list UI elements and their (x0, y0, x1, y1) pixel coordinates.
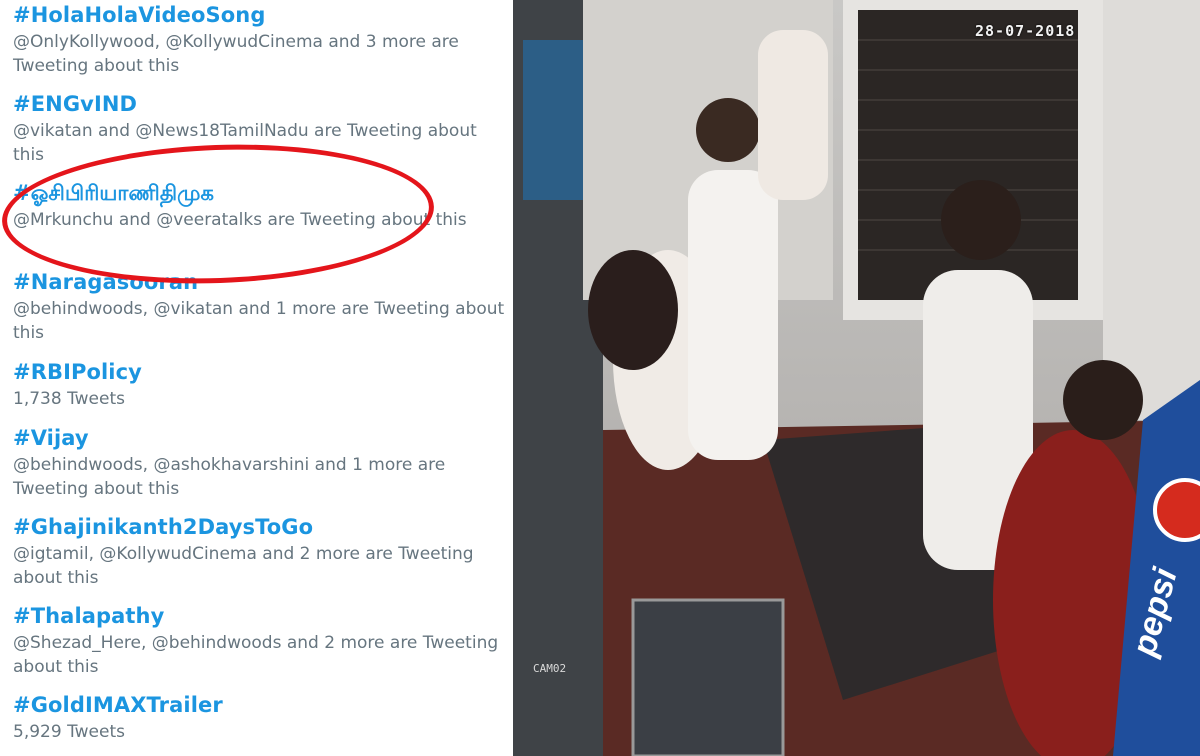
trend-item[interactable]: #HolaHolaVideoSong @OnlyKollywood, @Koll… (13, 3, 513, 78)
person-left-head (588, 250, 678, 370)
trend-item[interactable]: #Vijay @behindwoods, @ashokhavarshini an… (13, 426, 513, 501)
shelf-posters (523, 40, 593, 200)
trend-hashtag[interactable]: #ENGvIND (13, 92, 513, 116)
person-center-head (696, 98, 760, 162)
right-corner-wall (1103, 0, 1200, 420)
trend-item[interactable]: #Naragasooran @behindwoods, @vikatan and… (13, 270, 513, 345)
trend-meta: @behindwoods, @ashokhavarshini and 1 mor… (13, 455, 446, 499)
trend-hashtag[interactable]: #GoldIMAXTrailer (13, 693, 513, 717)
trend-meta: @behindwoods, @vikatan and 1 more are Tw… (13, 299, 505, 343)
trend-hashtag[interactable]: #Ghajinikanth2DaysToGo (13, 515, 513, 539)
cctv-scene (513, 0, 1200, 756)
monitor-screen (631, 598, 785, 756)
cctv-footage: 28-07-2018 CAM02 pepsi (513, 0, 1200, 756)
trend-hashtag[interactable]: #Vijay (13, 426, 513, 450)
trend-meta: 5,929 Tweets (13, 722, 125, 742)
camera-label: CAM02 (533, 662, 567, 675)
trend-meta: 1,738 Tweets (13, 389, 125, 409)
trend-item[interactable]: #RBIPolicy 1,738 Tweets (13, 360, 513, 411)
trend-hashtag[interactable]: #Thalapathy (13, 604, 513, 628)
trend-item[interactable]: #GoldIMAXTrailer 5,929 Tweets (13, 693, 513, 744)
person-right-head (941, 180, 1021, 260)
cctv-timestamp: 28-07-2018 (975, 22, 1076, 40)
person-back (758, 30, 828, 200)
trend-meta: @OnlyKollywood, @KollywudCinema and 3 mo… (13, 32, 459, 76)
trend-meta: @Shezad_Here, @behindwoods and 2 more ar… (13, 633, 499, 677)
trends-list: #HolaHolaVideoSong @OnlyKollywood, @Koll… (0, 0, 513, 756)
trend-item[interactable]: #Thalapathy @Shezad_Here, @behindwoods a… (13, 604, 513, 679)
trend-hashtag[interactable]: #RBIPolicy (13, 360, 513, 384)
person-foreground-head (1063, 360, 1143, 440)
trend-item[interactable]: #Ghajinikanth2DaysToGo @igtamil, @Kollyw… (13, 515, 513, 590)
person-center (688, 170, 778, 460)
trend-meta: @igtamil, @KollywudCinema and 2 more are… (13, 544, 474, 588)
trend-hashtag[interactable]: #HolaHolaVideoSong (13, 3, 513, 27)
